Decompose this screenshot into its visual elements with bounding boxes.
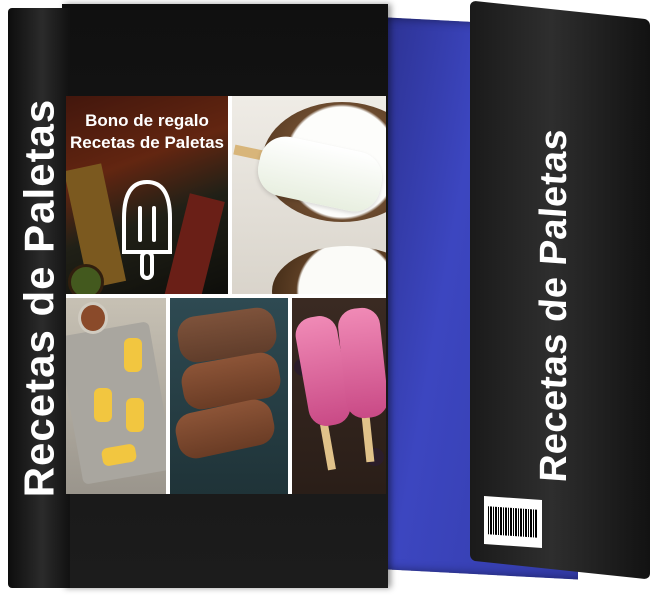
back-spine-title-wrap: Recetas de Paletas <box>515 95 595 515</box>
popsicle-icon <box>122 179 172 280</box>
gift-title: Bono de regalo Recetas de Paletas <box>66 110 228 154</box>
back-spine-title: Recetas de Paletas <box>533 126 576 484</box>
photo-chocolate-popsicles <box>170 298 288 494</box>
photo-popsicles-gift: Bono de regalo Recetas de Paletas <box>66 96 228 294</box>
photo-mango-popsicles <box>66 298 166 494</box>
front-spine-title: Recetas de Paletas <box>15 98 63 498</box>
gift-title-line1: Bono de regalo <box>85 111 209 130</box>
front-spine-title-wrap: Recetas de Paletas <box>8 10 70 586</box>
photo-coconut-popsicle <box>232 96 386 294</box>
cover-photo-grid: Bono de regalo Recetas de Paletas <box>66 96 386 494</box>
photo-berry-popsicles <box>292 298 386 494</box>
barcode <box>484 495 542 549</box>
gift-title-line2: Recetas de Paletas <box>69 133 225 152</box>
barcode-bars <box>488 506 538 538</box>
